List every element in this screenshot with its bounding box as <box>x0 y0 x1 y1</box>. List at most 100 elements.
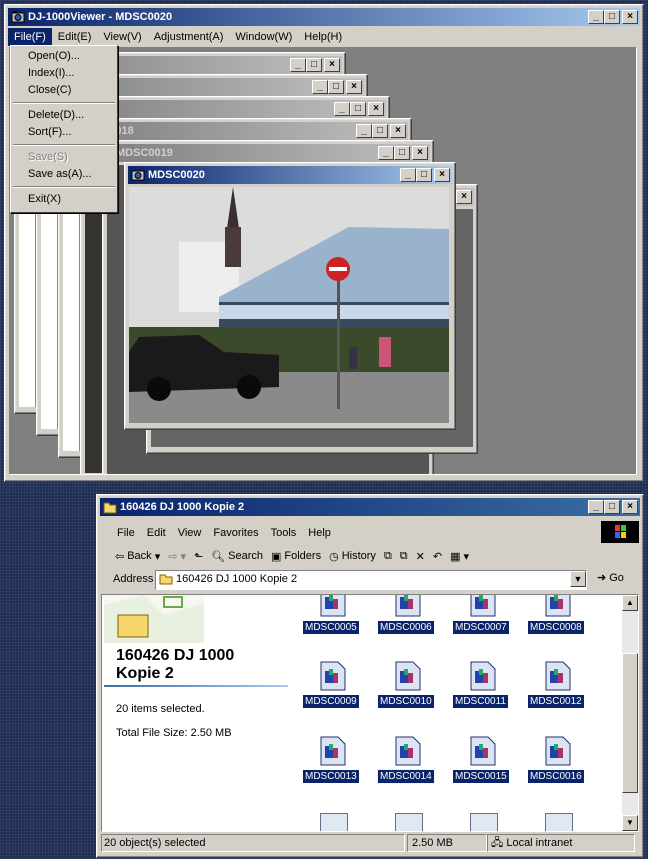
intranet-icon: 🖧︎ <box>491 837 504 849</box>
image-window-titlebar[interactable]: MDSC0020 _ □ × <box>128 166 452 184</box>
move-to-button[interactable]: ⧉ <box>380 546 396 566</box>
explorer-titlebar[interactable]: 160426 DJ 1000 Kopie 2 _ □ × <box>100 498 640 516</box>
menu-item-close[interactable]: Close(C) <box>11 82 117 99</box>
partial-file-icon[interactable] <box>545 813 573 831</box>
scroll-thumb[interactable] <box>622 653 638 793</box>
viewer-titlebar[interactable]: DJ-1000Viewer - MDSC0020 _ □ × <box>8 8 640 26</box>
file-item[interactable]: MDSC0013 <box>300 734 370 790</box>
partial-file-icon[interactable] <box>470 813 498 831</box>
menu-file[interactable]: File <box>111 524 141 542</box>
menu-edit[interactable]: Edit <box>141 524 172 542</box>
file-name-label: MDSC0007 <box>453 621 509 634</box>
delete-icon: ✕ <box>415 550 425 563</box>
copy-to-icon: ⧉ <box>399 549 408 562</box>
file-name-label: MDSC0009 <box>303 695 359 708</box>
menu-item-index[interactable]: Index(I)... <box>11 65 117 82</box>
address-dropdown-arrow[interactable]: ▼ <box>570 571 586 587</box>
up-folder-button[interactable]: ⬑ <box>190 546 207 566</box>
file-item[interactable]: MDSC0007 <box>450 595 520 651</box>
status-zone: 🖧︎ Local intranet <box>487 834 635 852</box>
menu-item-delete[interactable]: Delete(D)... <box>11 107 117 124</box>
menu-favorites[interactable]: Favorites <box>207 524 264 542</box>
file-item[interactable]: MDSC0010 <box>375 659 445 715</box>
explorer-window: 160426 DJ 1000 Kopie 2 _ □ × File Edit V… <box>96 494 644 858</box>
viewer-title: DJ-1000Viewer - MDSC0020 <box>28 11 173 23</box>
file-name-label: MDSC0015 <box>453 770 509 783</box>
minimize-button[interactable]: _ <box>588 500 604 514</box>
file-item[interactable]: MDSC0012 <box>525 659 595 715</box>
views-button[interactable]: ▦ ▾ <box>446 546 473 566</box>
media-file-icon <box>395 595 421 620</box>
maximize-button[interactable]: □ <box>604 500 620 514</box>
maximize-button[interactable]: □ <box>416 168 432 182</box>
image-window-mdsc0020[interactable]: MDSC0020 _ □ × <box>124 162 456 430</box>
folder-icon <box>159 573 173 588</box>
partial-file-icon[interactable] <box>395 813 423 831</box>
minimize-button[interactable]: _ <box>588 10 604 24</box>
address-field[interactable]: 160426 DJ 1000 Kopie 2 ▼ <box>155 570 587 590</box>
app-icon <box>11 10 25 24</box>
file-item[interactable]: MDSC0005 <box>300 595 370 651</box>
go-button[interactable]: ➜ Go <box>597 571 624 585</box>
menu-item-sort[interactable]: Sort(F)... <box>11 124 117 141</box>
file-name-label: MDSC0011 <box>453 695 508 708</box>
menu-item-save: Save(S) <box>28 151 68 163</box>
menu-separator <box>13 186 115 188</box>
menu-help[interactable]: Help <box>302 524 337 542</box>
file-name-label: MDSC0016 <box>528 770 584 783</box>
media-file-icon <box>395 736 421 769</box>
search-button[interactable]: 🔍︎ Search <box>207 546 267 566</box>
back-button[interactable]: ⇦ Back ▾ <box>111 546 164 566</box>
file-item[interactable]: MDSC0014 <box>375 734 445 790</box>
menu-view[interactable]: View(V) <box>97 28 147 46</box>
menu-help[interactable]: Help(H) <box>298 28 348 46</box>
forward-arrow-icon: ⇨ <box>168 550 178 563</box>
file-menu-dropdown: Open(O)... Index(I)... Close(C) Delete(D… <box>10 45 118 213</box>
file-name-label: MDSC0013 <box>303 770 359 783</box>
file-item[interactable]: MDSC0015 <box>450 734 520 790</box>
menu-file[interactable]: File(F) <box>8 28 52 46</box>
forward-button[interactable]: ⇨ ▾ <box>164 546 190 566</box>
windows-logo <box>601 521 639 543</box>
minimize-button[interactable]: _ <box>400 168 416 182</box>
file-item[interactable]: MDSC0011 <box>450 659 520 715</box>
delete-button[interactable]: ✕ <box>412 546 429 566</box>
menu-edit[interactable]: Edit(E) <box>52 28 98 46</box>
scroll-down-button[interactable]: ▼ <box>622 815 638 831</box>
vertical-scrollbar[interactable]: ▲ ▼ <box>622 595 638 831</box>
close-button[interactable]: × <box>622 10 638 24</box>
copy-to-button[interactable]: ⧉ <box>396 546 412 566</box>
folders-button[interactable]: ▣ Folders <box>267 546 325 566</box>
menu-item-save-as[interactable]: Save as(A)... <box>11 166 117 183</box>
menu-adjustment[interactable]: Adjustment(A) <box>148 28 230 46</box>
media-file-icon <box>470 661 496 694</box>
file-item[interactable]: MDSC0016 <box>525 734 595 790</box>
close-button[interactable]: × <box>622 500 638 514</box>
move-to-icon: ⧉ <box>383 549 392 562</box>
scroll-up-button[interactable]: ▲ <box>622 595 638 611</box>
media-file-icon <box>545 661 571 694</box>
partial-file-icon[interactable] <box>320 813 348 831</box>
photo-street-scene <box>129 187 449 423</box>
image-window-title: MDSC0020 <box>148 169 205 181</box>
app-icon <box>131 168 145 182</box>
selected-count-text: 20 items selected. <box>116 703 205 715</box>
maximize-button[interactable]: □ <box>604 10 620 24</box>
content-area: 160426 DJ 1000 Kopie 2 20 items selected… <box>101 594 639 832</box>
go-arrow-icon: ➜ <box>597 572 607 584</box>
file-item[interactable]: MDSC0009 <box>300 659 370 715</box>
menu-item-open[interactable]: Open(O)... <box>11 48 117 65</box>
history-button[interactable]: ◷ History <box>325 546 380 566</box>
file-item[interactable]: MDSC0006 <box>375 595 445 651</box>
media-file-icon <box>470 595 496 620</box>
menu-tools[interactable]: Tools <box>265 524 303 542</box>
explorer-title: 160426 DJ 1000 Kopie 2 <box>120 501 245 513</box>
file-item[interactable]: MDSC0008 <box>525 595 595 651</box>
menu-item-exit[interactable]: Exit(X) <box>11 191 117 208</box>
undo-button[interactable]: ↶ <box>429 546 446 566</box>
folder-banner-graphic <box>104 595 204 643</box>
close-button[interactable]: × <box>434 168 450 182</box>
explorer-toolbar: ⇦ Back ▾ ⇨ ▾ ⬑ 🔍︎ Search ▣ Folders ◷ History… <box>111 545 473 567</box>
menu-view[interactable]: View <box>172 524 208 542</box>
menu-window[interactable]: Window(W) <box>229 28 298 46</box>
